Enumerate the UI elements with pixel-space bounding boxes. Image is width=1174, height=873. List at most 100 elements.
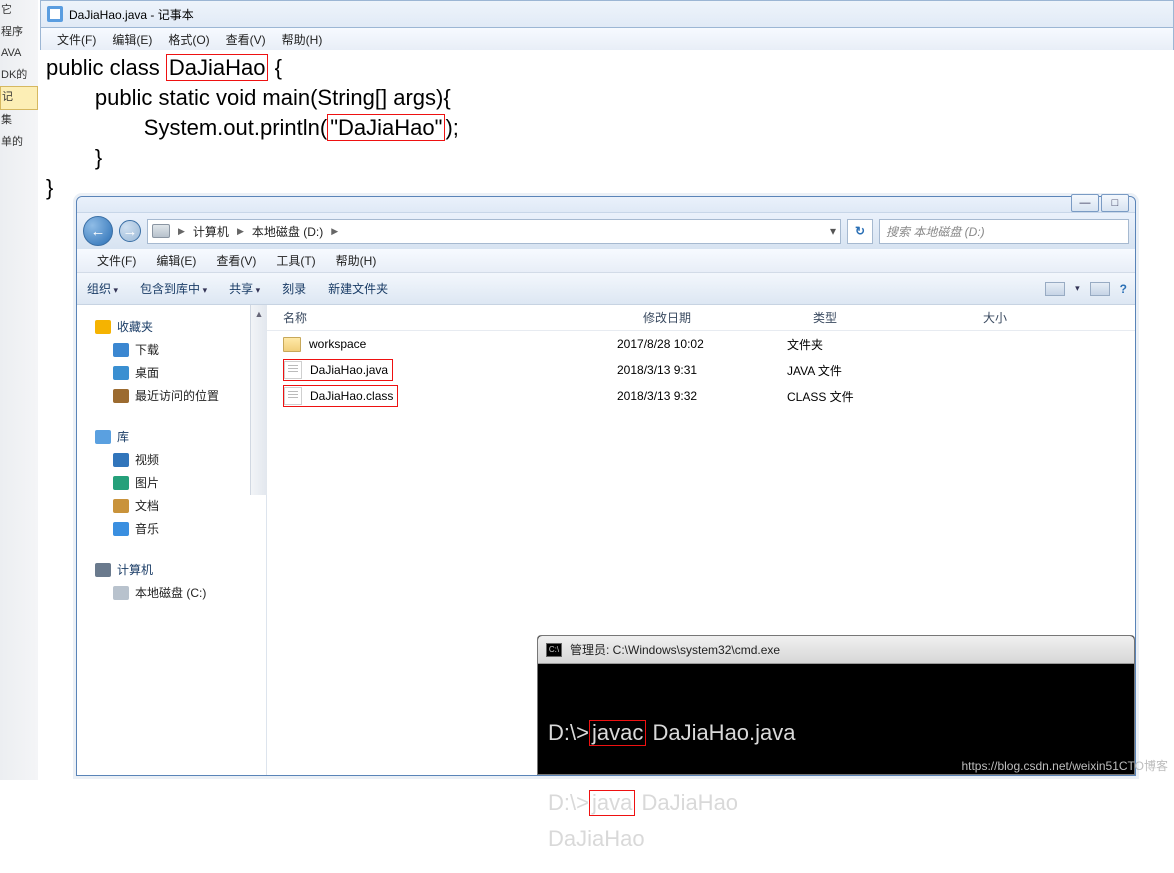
file-type: CLASS 文件: [787, 388, 957, 405]
menu-file[interactable]: 文件(F): [49, 29, 104, 50]
file-row[interactable]: DaJiaHao.class 2018/3/13 9:32CLASS 文件: [267, 383, 1135, 409]
explorer-file-list: 名称 修改日期 类型 大小 workspace2017/8/28 10:02文件…: [267, 305, 1135, 775]
nav-scrollbar[interactable]: ▲: [250, 305, 267, 495]
code-text: System.out.println(: [46, 115, 327, 140]
file-row[interactable]: DaJiaHao.java2018/3/13 9:31JAVA 文件: [267, 357, 1135, 383]
refresh-button[interactable]: ↻: [847, 219, 873, 244]
col-type[interactable]: 类型: [813, 309, 983, 326]
star-icon: [95, 320, 111, 334]
breadcrumb-computer[interactable]: 计算机: [193, 223, 229, 240]
explorer-window: — □ ← → ▶ 计算机 ▶ 本地磁盘 (D:) ▶ ▾ ↻ 搜索 本地磁盘 …: [76, 196, 1136, 776]
col-date[interactable]: 修改日期: [643, 309, 813, 326]
cmd-title-text: 管理员: C:\Windows\system32\cmd.exe: [570, 641, 780, 658]
folder-icon: [283, 337, 301, 352]
minimize-button[interactable]: —: [1071, 194, 1099, 212]
nav-documents[interactable]: 文档: [95, 494, 256, 517]
file-icon: [284, 361, 302, 379]
notepad-editor[interactable]: public class DaJiaHao { public static vo…: [40, 50, 1174, 208]
hdd-icon: [113, 586, 129, 600]
cmd-text: DaJiaHao: [548, 826, 645, 851]
nav-pictures[interactable]: 图片: [95, 471, 256, 494]
document-icon: [113, 499, 129, 513]
nav-computer[interactable]: 计算机: [95, 558, 256, 581]
toolbar-include-library[interactable]: 包含到库中: [140, 280, 207, 297]
music-icon: [113, 522, 129, 536]
highlight-java: java: [589, 790, 635, 816]
cmd-icon: C:\: [546, 643, 562, 657]
toolbar-burn[interactable]: 刻录: [282, 280, 306, 297]
nav-videos[interactable]: 视频: [95, 448, 256, 471]
nav-music[interactable]: 音乐: [95, 517, 256, 540]
col-size[interactable]: 大小: [983, 309, 1043, 326]
file-date: 2018/3/13 9:32: [617, 389, 787, 403]
explorer-addressbar-row: ← → ▶ 计算机 ▶ 本地磁盘 (D:) ▶ ▾ ↻ 搜索 本地磁盘 (D:): [77, 213, 1135, 249]
col-name[interactable]: 名称: [283, 309, 643, 326]
nav-libraries[interactable]: 库: [95, 425, 256, 448]
code-text: }: [46, 175, 53, 200]
breadcrumb-drive[interactable]: 本地磁盘 (D:): [252, 223, 323, 240]
highlight-classname: DaJiaHao: [166, 54, 269, 81]
menu-help[interactable]: 帮助(H): [326, 250, 387, 271]
toolbar-organize[interactable]: 组织: [87, 280, 118, 297]
notepad-icon: [47, 6, 63, 22]
chevron-right-icon: ▶: [331, 226, 338, 237]
file-name: workspace: [309, 337, 366, 351]
background-cropped: 它程序 AVADK的 记 集单的: [0, 0, 38, 780]
notepad-menu: 文件(F) 编辑(E) 格式(O) 查看(V) 帮助(H): [40, 28, 1174, 50]
explorer-titlebar[interactable]: — □: [77, 197, 1135, 213]
notepad-titlebar[interactable]: DaJiaHao.java - 记事本: [40, 0, 1174, 28]
notepad-window: DaJiaHao.java - 记事本 文件(F) 编辑(E) 格式(O) 查看…: [40, 0, 1174, 208]
nav-recent[interactable]: 最近访问的位置: [95, 384, 256, 407]
nav-local-disk-c[interactable]: 本地磁盘 (C:): [95, 581, 256, 604]
cmd-window: C:\ 管理员: C:\Windows\system32\cmd.exe D:\…: [537, 635, 1135, 775]
video-icon: [113, 453, 129, 467]
file-icon: [284, 387, 302, 405]
preview-pane-icon[interactable]: [1090, 282, 1110, 296]
forward-button[interactable]: →: [119, 220, 141, 242]
chevron-right-icon: ▶: [178, 226, 185, 237]
back-button[interactable]: ←: [83, 216, 113, 246]
nav-downloads[interactable]: 下载: [95, 338, 256, 361]
column-headers[interactable]: 名称 修改日期 类型 大小: [267, 305, 1135, 331]
code-text: );: [445, 115, 458, 140]
picture-icon: [113, 476, 129, 490]
view-options-icon[interactable]: [1045, 282, 1065, 296]
cmd-prompt: D:\>: [548, 790, 589, 815]
search-input[interactable]: 搜索 本地磁盘 (D:): [879, 219, 1129, 244]
cmd-text: DaJiaHao: [635, 790, 738, 815]
cmd-titlebar[interactable]: C:\ 管理员: C:\Windows\system32\cmd.exe: [538, 636, 1134, 664]
dropdown-icon[interactable]: ▾: [830, 224, 836, 238]
explorer-menu: 文件(F) 编辑(E) 查看(V) 工具(T) 帮助(H): [77, 249, 1135, 273]
menu-format[interactable]: 格式(O): [160, 29, 217, 50]
nav-desktop[interactable]: 桌面: [95, 361, 256, 384]
toolbar-newfolder[interactable]: 新建文件夹: [328, 280, 388, 297]
address-bar[interactable]: ▶ 计算机 ▶ 本地磁盘 (D:) ▶ ▾: [147, 219, 841, 244]
watermark: https://blog.csdn.net/weixin51CTO博客: [961, 757, 1168, 774]
cmd-prompt: D:\>: [548, 720, 589, 745]
menu-view[interactable]: 查看(V): [206, 250, 266, 271]
menu-edit[interactable]: 编辑(E): [146, 250, 206, 271]
maximize-button[interactable]: □: [1101, 194, 1129, 212]
nav-favorites[interactable]: 收藏夹: [95, 315, 256, 338]
drive-icon: [152, 224, 170, 238]
code-text: public static void main(String[] args){: [46, 85, 451, 110]
file-date: 2017/8/28 10:02: [617, 337, 787, 351]
menu-file[interactable]: 文件(F): [87, 250, 146, 271]
computer-icon: [95, 563, 111, 577]
download-icon: [113, 343, 129, 357]
highlight-javac: javac: [589, 720, 646, 746]
desktop-icon: [113, 366, 129, 380]
menu-edit[interactable]: 编辑(E): [104, 29, 160, 50]
file-name: DaJiaHao.class: [310, 389, 393, 403]
toolbar-share[interactable]: 共享: [229, 280, 260, 297]
file-row[interactable]: workspace2017/8/28 10:02文件夹: [267, 331, 1135, 357]
help-icon[interactable]: ?: [1120, 282, 1127, 296]
notepad-title-text: DaJiaHao.java - 记事本: [69, 6, 194, 23]
menu-view[interactable]: 查看(V): [218, 29, 274, 50]
chevron-right-icon: ▶: [237, 226, 244, 237]
menu-help[interactable]: 帮助(H): [274, 29, 331, 50]
code-text: {: [268, 55, 281, 80]
cmd-text: DaJiaHao.java: [646, 720, 795, 745]
menu-tools[interactable]: 工具(T): [266, 250, 325, 271]
explorer-navigation-pane: ▲ 收藏夹 下载 桌面 最近访问的位置 库 视频 图片 文档 音乐 计算机 本地…: [77, 305, 267, 775]
